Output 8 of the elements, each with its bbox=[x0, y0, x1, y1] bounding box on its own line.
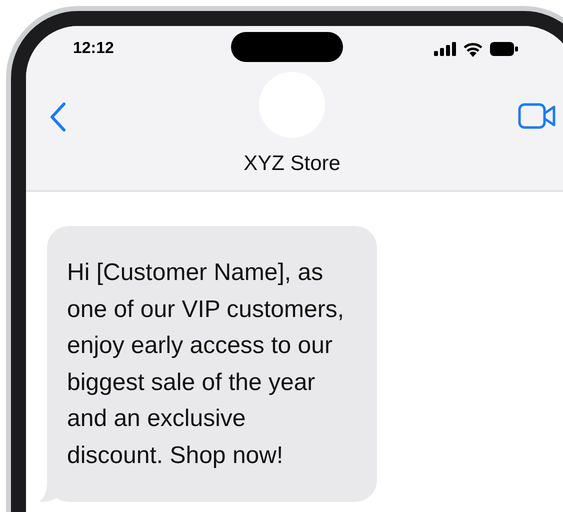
message-text: Hi [Customer Name], as one of our VIP customers, enjoy early access to our biggest sale of the year and an exclusive discount. Shop now! bbox=[67, 258, 346, 470]
status-time: 12:12 bbox=[73, 40, 114, 58]
video-camera-icon[interactable] bbox=[518, 103, 556, 129]
wifi-icon bbox=[463, 42, 483, 56]
contact-name[interactable]: XYZ Store bbox=[244, 152, 340, 176]
battery-icon bbox=[490, 42, 518, 56]
back-icon[interactable] bbox=[50, 102, 66, 132]
signal-icon bbox=[434, 42, 456, 56]
